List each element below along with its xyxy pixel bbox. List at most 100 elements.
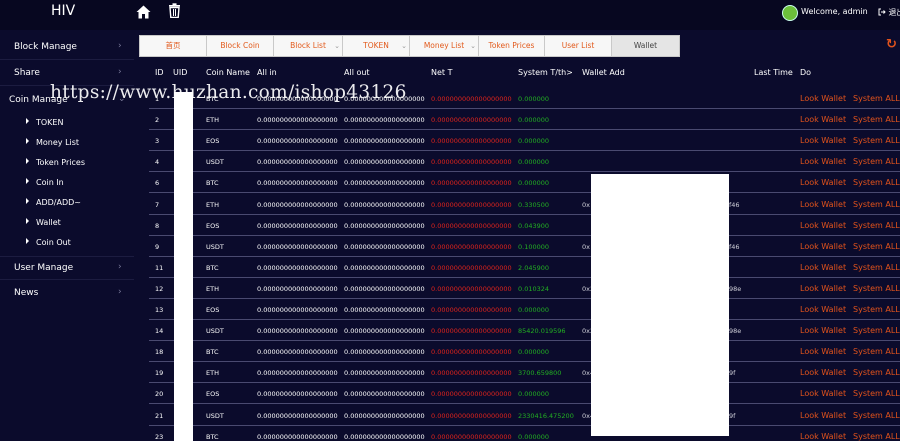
- column-header-net-t: Net T: [431, 68, 453, 77]
- system-all-link[interactable]: System ALL: [853, 115, 900, 124]
- tab-money-list[interactable]: Money List ⌄: [409, 35, 479, 57]
- table-row: 205EOS0.0000000000000000000.000000000000…: [149, 383, 900, 405]
- system-all-link[interactable]: System ALL: [853, 347, 900, 356]
- caret-right-icon: [26, 238, 29, 244]
- cell-system-t: 0.043900: [518, 221, 550, 230]
- cell-net-t: 0.000000000000000000: [431, 116, 512, 125]
- column-header-system-t: System T/th>: [518, 68, 573, 77]
- system-all-link[interactable]: System ALL: [853, 284, 900, 293]
- cell-net-t: 0.000000000000000000: [431, 242, 512, 251]
- look-wallet-link[interactable]: Look Wallet: [800, 263, 846, 272]
- cell-all-out: 0.000000000000000000: [344, 348, 425, 357]
- system-all-link[interactable]: System ALL: [853, 432, 900, 441]
- tab-user-list[interactable]: User List: [544, 35, 612, 57]
- caret-right-icon: [26, 178, 29, 184]
- sidebar-item-label: Block Manage: [14, 42, 77, 52]
- sidebar-subitem-label: Coin In: [36, 178, 64, 187]
- chevron-right-icon: ›: [118, 67, 122, 77]
- sidebar-subitem-coin-in[interactable]: Coin In: [26, 178, 64, 187]
- look-wallet-link[interactable]: Look Wallet: [800, 347, 846, 356]
- tab-wallet[interactable]: Wallet: [611, 35, 680, 57]
- sidebar-subitem-add[interactable]: ADD/ADD~: [26, 198, 81, 207]
- avatar[interactable]: [782, 5, 798, 21]
- cell-all-in: 0.000000000000000000: [257, 242, 338, 251]
- system-all-link[interactable]: System ALL: [853, 326, 900, 335]
- system-all-link[interactable]: System ALL: [853, 178, 900, 187]
- sidebar-item-block-manage[interactable]: Block Manage ›: [0, 36, 134, 60]
- table-row: 83EOS0.0000000000000000000.0000000000000…: [149, 215, 900, 236]
- look-wallet-link[interactable]: Look Wallet: [800, 178, 846, 187]
- cell-id: 13: [155, 306, 164, 314]
- cell-all-out: 0.000000000000000000: [344, 242, 425, 251]
- cell-net-t: 0.000000000000000000: [431, 158, 512, 167]
- system-all-link[interactable]: System ALL: [853, 200, 900, 209]
- tab-label: User List: [561, 41, 595, 50]
- sidebar-subitem-token-prices[interactable]: Token Prices: [26, 158, 85, 167]
- cell-all-out: 0.000000000000000000: [344, 221, 425, 230]
- cell-all-out: 0.000000000000000000: [344, 263, 425, 272]
- table-row: 32EOS0.0000000000000000000.0000000000000…: [149, 130, 900, 152]
- look-wallet-link[interactable]: Look Wallet: [800, 432, 846, 441]
- refresh-icon[interactable]: ↻: [886, 37, 897, 52]
- chevron-right-icon: ›: [118, 262, 122, 272]
- look-wallet-link[interactable]: Look Wallet: [800, 284, 846, 293]
- cell-coin-name: USDT: [206, 158, 224, 167]
- system-all-link[interactable]: System ALL: [853, 157, 900, 166]
- sidebar-subitem-label: ADD/ADD~: [36, 198, 81, 207]
- tab-block-list[interactable]: Block List ⌄: [273, 35, 343, 57]
- system-all-link[interactable]: System ALL: [853, 263, 900, 272]
- sidebar-item-label: User Manage: [14, 263, 74, 273]
- column-header-all-in: All in: [257, 68, 277, 77]
- column-header-wallet-add: Wallet Add: [582, 68, 625, 77]
- sidebar-subitem-money-list[interactable]: Money List: [26, 138, 79, 147]
- trash-icon[interactable]: [168, 3, 181, 22]
- look-wallet-link[interactable]: Look Wallet: [800, 115, 846, 124]
- cell-wallet-add: 0x: [582, 242, 590, 251]
- system-all-link[interactable]: System ALL: [853, 411, 900, 420]
- look-wallet-link[interactable]: Look Wallet: [800, 389, 846, 398]
- sidebar-subitem-wallet[interactable]: Wallet: [26, 218, 61, 227]
- cell-all-in: 0.000000000000000000: [257, 179, 338, 188]
- cell-all-in: 0.000000000000000000: [257, 221, 338, 230]
- look-wallet-link[interactable]: Look Wallet: [800, 157, 846, 166]
- cell-id: 2: [155, 116, 160, 125]
- cell-coin-name: BTC: [206, 179, 219, 188]
- sidebar-subitem-coin-out[interactable]: Coin Out: [26, 238, 71, 247]
- system-all-link[interactable]: System ALL: [853, 221, 900, 230]
- system-all-link[interactable]: System ALL: [853, 368, 900, 377]
- home-icon[interactable]: [136, 4, 151, 23]
- sidebar-item-news[interactable]: News ›: [0, 282, 134, 306]
- cell-id: 20: [155, 390, 164, 399]
- sidebar-item-user-manage[interactable]: User Manage ›: [0, 256, 134, 280]
- system-all-link[interactable]: System ALL: [853, 242, 900, 251]
- look-wallet-link[interactable]: Look Wallet: [800, 136, 846, 145]
- look-wallet-link[interactable]: Look Wallet: [800, 411, 846, 420]
- logout-link[interactable]: 退出: [878, 7, 900, 18]
- look-wallet-link[interactable]: Look Wallet: [800, 242, 846, 251]
- chevron-down-icon: ⌄: [401, 42, 407, 50]
- caret-right-icon: [26, 138, 29, 144]
- look-wallet-link[interactable]: Look Wallet: [800, 368, 846, 377]
- cell-coin-name: ETH: [206, 200, 219, 209]
- system-all-link[interactable]: System ALL: [853, 389, 900, 398]
- tab-token[interactable]: TOKEN ⌄: [342, 35, 410, 57]
- cell-all-in: 0.000000000000000000: [257, 369, 338, 378]
- divider: [0, 59, 134, 60]
- look-wallet-link[interactable]: Look Wallet: [800, 221, 846, 230]
- cell-coin-name: BTC: [206, 263, 219, 272]
- look-wallet-link[interactable]: Look Wallet: [800, 94, 846, 103]
- look-wallet-link[interactable]: Look Wallet: [800, 200, 846, 209]
- cell-coin-name: USDT: [206, 411, 224, 420]
- tab-block-coin[interactable]: Block Coin: [206, 35, 274, 57]
- cell-all-out: 0.000000000000000000: [344, 179, 425, 188]
- system-all-link[interactable]: System ALL: [853, 305, 900, 314]
- sidebar-subitem-token[interactable]: TOKEN: [26, 118, 63, 127]
- cell-all-out: 0.000000000000000000: [344, 137, 425, 146]
- cell-id: 14: [155, 327, 164, 336]
- tab-token-prices[interactable]: Token Prices: [478, 35, 545, 57]
- system-all-link[interactable]: System ALL: [853, 94, 900, 103]
- system-all-link[interactable]: System ALL: [853, 136, 900, 145]
- look-wallet-link[interactable]: Look Wallet: [800, 326, 846, 335]
- tab-home[interactable]: 首页: [139, 35, 207, 57]
- look-wallet-link[interactable]: Look Wallet: [800, 305, 846, 314]
